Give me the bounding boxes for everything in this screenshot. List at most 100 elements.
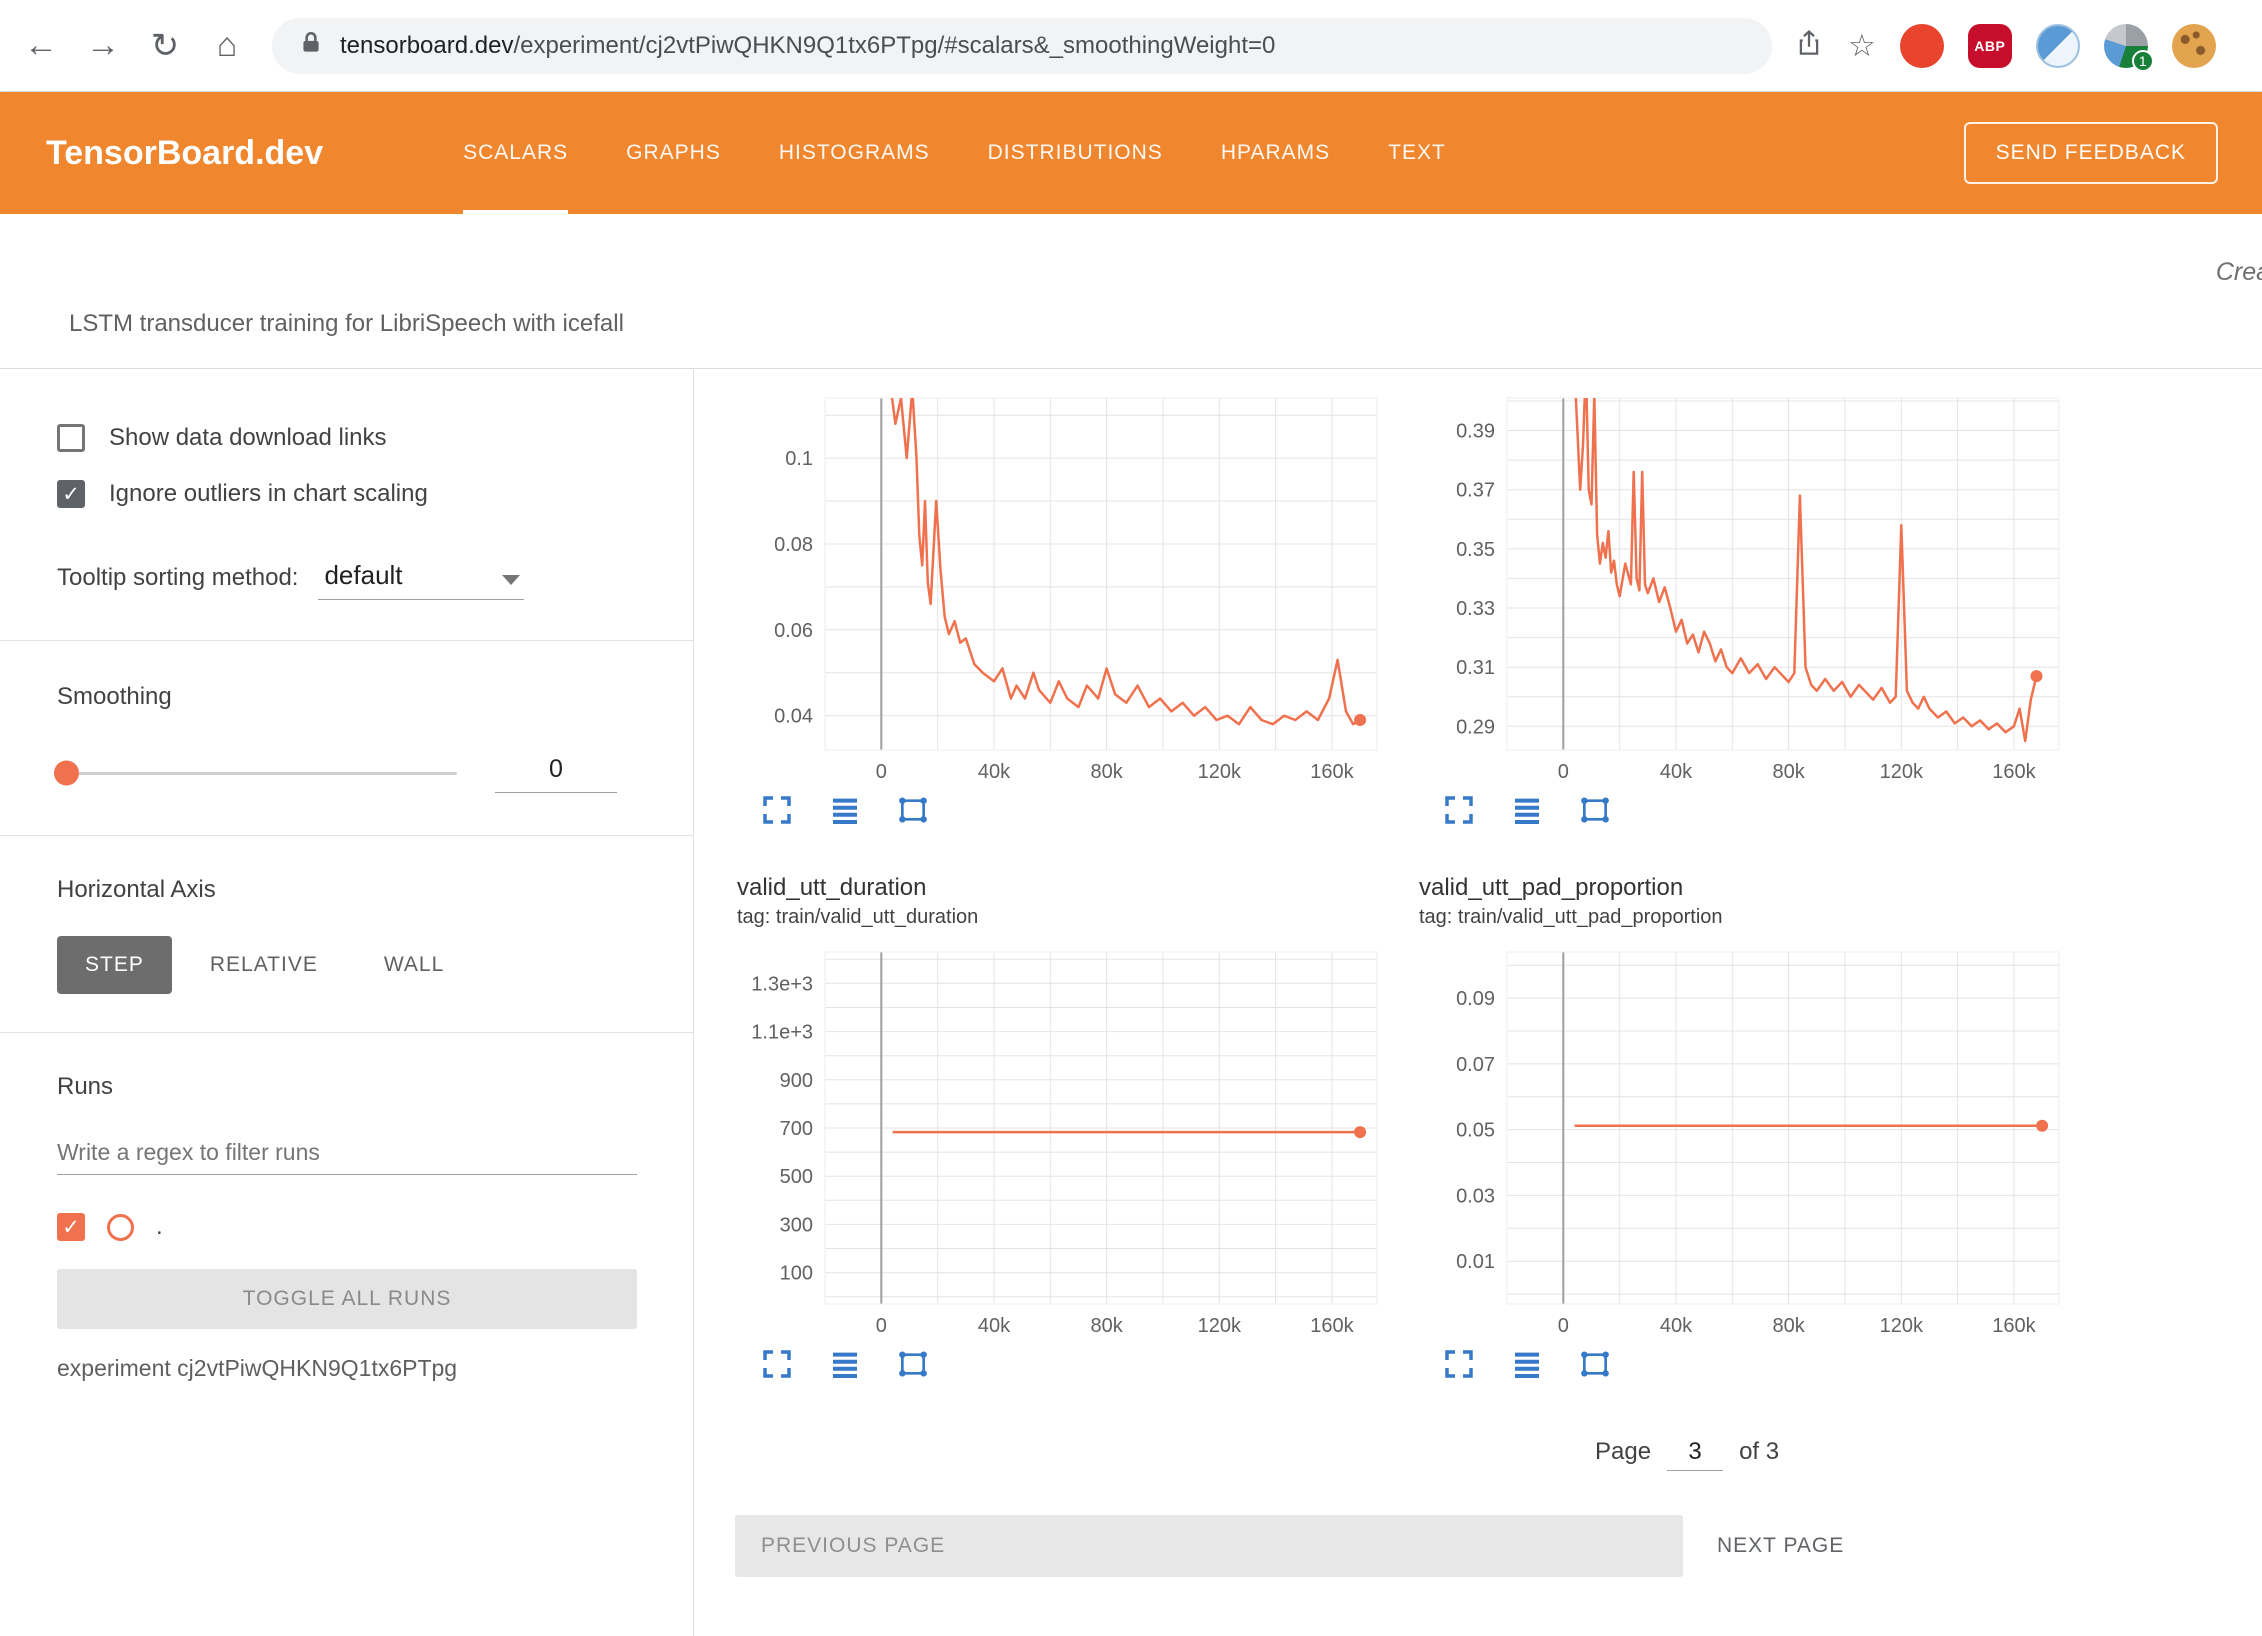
svg-text:0.31: 0.31 [1456, 657, 1495, 679]
home-icon[interactable]: ⌂ [196, 26, 258, 65]
pagination: Page of 3 [1595, 1434, 2262, 1471]
tooltip-sorting-label: Tooltip sorting method: [57, 564, 298, 600]
page-number-input[interactable] [1667, 1434, 1723, 1471]
experiment-subheader: Crea LSTM transducer training for LibriS… [0, 214, 2262, 369]
show-download-links-label: Show data download links [109, 424, 387, 452]
svg-text:80k: 80k [1772, 1315, 1805, 1336]
next-page-button[interactable]: NEXT PAGE [1717, 1534, 1844, 1558]
run-name: . [156, 1213, 163, 1241]
svg-text:0: 0 [1558, 1315, 1569, 1336]
run-checkbox[interactable]: ✓ [57, 1213, 85, 1241]
ignore-outliers-checkbox[interactable]: ✓ [57, 480, 85, 508]
chart-tag: tag: train/valid_utt_duration [737, 904, 1395, 930]
tab-text[interactable]: TEXT [1388, 92, 1446, 214]
tab-histograms[interactable]: HISTOGRAMS [779, 92, 930, 214]
svg-text:0.35: 0.35 [1456, 539, 1495, 561]
smoothing-slider-thumb[interactable] [54, 761, 79, 786]
chart-title: valid_utt_duration [737, 872, 1395, 904]
svg-text:0.01: 0.01 [1456, 1251, 1495, 1273]
tab-scalars[interactable]: SCALARS [463, 92, 568, 214]
svg-text:700: 700 [780, 1118, 813, 1140]
axis-wall-button[interactable]: WALL [356, 936, 472, 994]
expand-chart-icon[interactable] [761, 794, 793, 826]
nav-tabs: SCALARS GRAPHS HISTOGRAMS DISTRIBUTIONS … [463, 92, 1446, 214]
brand-title: TensorBoard.dev [46, 134, 323, 173]
forward-icon[interactable]: → [72, 26, 134, 65]
axis-relative-button[interactable]: RELATIVE [182, 936, 346, 994]
expand-chart-icon[interactable] [1443, 794, 1475, 826]
svg-text:300: 300 [780, 1214, 813, 1236]
profile-avatar[interactable]: 1 [2104, 24, 2148, 68]
expand-chart-icon[interactable] [761, 1348, 793, 1380]
send-feedback-button[interactable]: SEND FEEDBACK [1964, 122, 2218, 184]
tab-hparams[interactable]: HPARAMS [1221, 92, 1330, 214]
line-chart[interactable]: 0.010.030.050.070.09040k80k120k160k [1417, 944, 2073, 1336]
smoothing-label: Smoothing [57, 683, 636, 711]
horizontal-axis-label: Horizontal Axis [57, 876, 636, 904]
chart-card-valid-utt-duration: valid_utt_duration tag: train/valid_utt_… [735, 872, 1395, 1380]
chart-card-top-left: tag: train/… 0.040.060.080.1040k80k120k1… [735, 370, 1395, 826]
svg-text:120k: 120k [1198, 1315, 1242, 1336]
bookmark-star-icon[interactable]: ☆ [1848, 28, 1876, 64]
run-color-swatch[interactable] [107, 1214, 134, 1241]
fit-domain-icon[interactable] [897, 1348, 929, 1380]
adblock-extension-icon[interactable] [1900, 24, 1944, 68]
chevron-down-icon [502, 575, 520, 585]
svg-text:1.1e+3: 1.1e+3 [751, 1022, 813, 1044]
tab-distributions[interactable]: DISTRIBUTIONS [988, 92, 1163, 214]
view-data-icon[interactable] [829, 794, 861, 826]
experiment-description: LSTM transducer training for LibriSpeech… [69, 310, 624, 338]
svg-text:160k: 160k [1310, 761, 1354, 782]
smoothing-value-input[interactable]: 0 [495, 753, 617, 793]
svg-text:40k: 40k [1660, 1315, 1693, 1336]
runs-regex-input[interactable] [57, 1131, 637, 1175]
abp-extension-icon[interactable]: ABP [1968, 24, 2012, 68]
svg-text:0.03: 0.03 [1456, 1185, 1495, 1207]
tooltip-sorting-select[interactable]: default [318, 556, 524, 600]
svg-text:80k: 80k [1090, 1315, 1123, 1336]
blue-extension-icon[interactable] [2036, 24, 2080, 68]
svg-text:0: 0 [1558, 761, 1569, 782]
svg-text:0.04: 0.04 [774, 706, 813, 728]
svg-text:40k: 40k [1660, 761, 1693, 782]
reload-icon[interactable]: ↻ [134, 26, 196, 66]
ignore-outliers-label: Ignore outliers in chart scaling [109, 480, 428, 508]
toolbar-right: ☆ ABP 1 [1794, 24, 2230, 68]
view-data-icon[interactable] [829, 1348, 861, 1380]
svg-text:0.33: 0.33 [1456, 598, 1495, 620]
cookie-extension-icon[interactable] [2172, 24, 2216, 68]
svg-text:0.05: 0.05 [1456, 1120, 1495, 1142]
chart-tag: tag: train/valid_utt_pad_proportion [1419, 904, 2077, 930]
fit-domain-icon[interactable] [897, 794, 929, 826]
tab-graphs[interactable]: GRAPHS [626, 92, 721, 214]
back-icon[interactable]: ← [10, 26, 72, 65]
fit-domain-icon[interactable] [1579, 1348, 1611, 1380]
app-header: TensorBoard.dev SCALARS GRAPHS HISTOGRAM… [0, 92, 2262, 214]
view-data-icon[interactable] [1511, 1348, 1543, 1380]
address-bar[interactable]: tensorboard.dev/experiment/cj2vtPiwQHKN9… [272, 18, 1772, 74]
toggle-all-runs-button[interactable]: TOGGLE ALL RUNS [57, 1269, 637, 1329]
svg-text:0.09: 0.09 [1456, 988, 1495, 1010]
chart-title: valid_utt_pad_proportion [1419, 872, 2077, 904]
show-download-links-checkbox[interactable] [57, 424, 85, 452]
previous-page-button[interactable]: PREVIOUS PAGE [735, 1515, 1683, 1577]
expand-chart-icon[interactable] [1443, 1348, 1475, 1380]
share-icon[interactable] [1794, 28, 1824, 63]
svg-text:40k: 40k [978, 1315, 1011, 1336]
svg-text:0.1: 0.1 [785, 448, 813, 470]
svg-text:80k: 80k [1090, 761, 1123, 782]
svg-text:900: 900 [780, 1070, 813, 1092]
line-chart[interactable]: 0.040.060.080.1040k80k120k160k [735, 390, 1391, 782]
line-chart[interactable]: 0.290.310.330.350.370.39040k80k120k160k [1417, 390, 2073, 782]
axis-step-button[interactable]: STEP [57, 936, 172, 994]
line-chart[interactable]: 1003005007009001.1e+31.3e+3040k80k120k16… [735, 944, 1391, 1336]
settings-sidebar: Show data download links ✓ Ignore outlie… [0, 370, 694, 1636]
svg-text:160k: 160k [1310, 1315, 1354, 1336]
svg-text:120k: 120k [1880, 1315, 1924, 1336]
charts-main: tag: train/… 0.040.060.080.1040k80k120k1… [695, 370, 2262, 1636]
fit-domain-icon[interactable] [1579, 794, 1611, 826]
page-total-label: of 3 [1739, 1438, 1779, 1466]
view-data-icon[interactable] [1511, 794, 1543, 826]
smoothing-slider[interactable] [57, 772, 457, 775]
svg-text:500: 500 [780, 1166, 813, 1188]
